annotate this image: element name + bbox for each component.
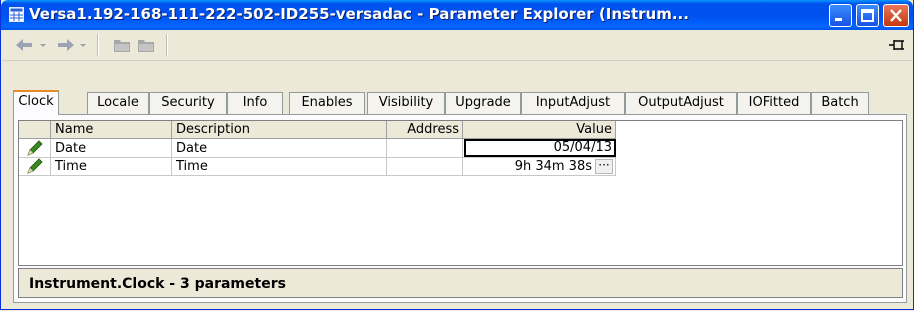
column-header-name[interactable]: Name (51, 121, 172, 139)
pin-icon[interactable] (888, 36, 906, 54)
back-arrow-icon[interactable] (14, 36, 36, 54)
column-header-value[interactable]: Value (463, 121, 616, 139)
ellipsis-button[interactable]: ··· (595, 159, 613, 174)
cell-description: Time (176, 159, 208, 174)
pencil-icon (25, 158, 45, 175)
column-header-description[interactable]: Description (172, 121, 387, 139)
folder-icon[interactable] (112, 36, 132, 54)
pencil-icon (25, 140, 45, 157)
chevron-down-icon[interactable] (78, 36, 88, 54)
grid-line (19, 175, 616, 176)
cell-description: Date (176, 141, 208, 156)
value-field-time[interactable]: 9h 34m 38s (464, 158, 592, 175)
forward-arrow-icon[interactable] (54, 36, 76, 54)
row-header-corner (19, 121, 51, 139)
value-field-date[interactable]: 05/04/13 (464, 139, 616, 157)
tab-visibility[interactable]: Visibility (367, 92, 445, 114)
tab-security[interactable]: Security (149, 92, 227, 114)
chevron-down-icon[interactable] (38, 36, 48, 54)
tab-outputadjust[interactable]: OutputAdjust (625, 92, 737, 114)
maximize-button[interactable] (856, 4, 879, 27)
folder-icon[interactable] (136, 36, 156, 54)
column-header-address[interactable]: Address (387, 121, 463, 139)
tab-info[interactable]: Info (227, 92, 283, 114)
tab-locale[interactable]: Locale (87, 92, 149, 114)
toolbar-separator (97, 34, 99, 56)
status-bar: Instrument.Clock - 3 parameters (18, 268, 903, 298)
tab-upgrade[interactable]: Upgrade (445, 92, 521, 114)
table-icon (9, 7, 24, 22)
cell-name: Date (55, 141, 87, 156)
tab-iofitted[interactable]: IOFitted (737, 92, 811, 114)
parameter-explorer-window: Versa1.192-168-111-222-502-ID255-versada… (0, 0, 914, 310)
tab-clock[interactable]: Clock (13, 90, 59, 115)
tab-batch[interactable]: Batch (811, 92, 869, 114)
toolbar (2, 30, 912, 61)
tab-enables[interactable]: Enables (289, 92, 365, 114)
parameter-table: Name Description Address Value Date Date… (18, 120, 903, 266)
window-title: Versa1.192-168-111-222-502-ID255-versada… (29, 5, 689, 23)
close-button[interactable] (883, 4, 909, 27)
toolbar-separator (166, 34, 168, 56)
tab-inputadjust[interactable]: InputAdjust (521, 92, 625, 114)
cell-name: Time (55, 159, 87, 174)
minimize-button[interactable] (829, 4, 852, 27)
title-bar[interactable]: Versa1.192-168-111-222-502-ID255-versada… (1, 0, 913, 30)
